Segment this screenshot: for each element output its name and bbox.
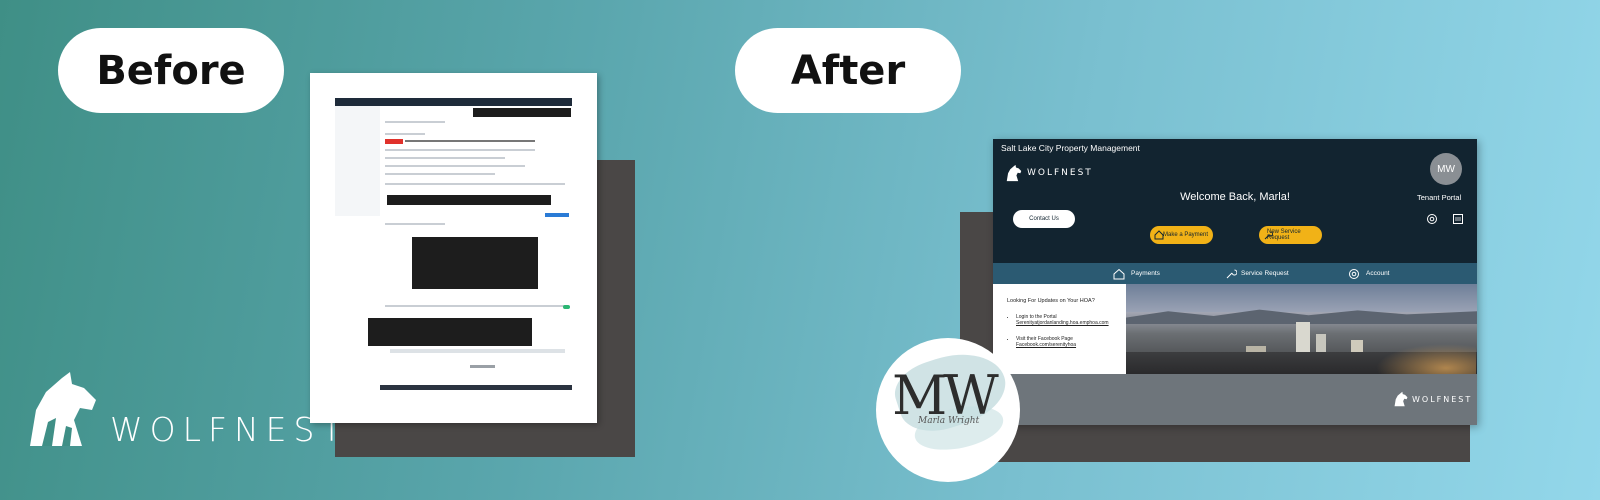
before-sidebar <box>335 106 380 216</box>
footer-logo-text: WOLFNEST <box>1412 394 1473 404</box>
city-skyline-image <box>1126 284 1477 374</box>
nav-label-account: Account <box>1366 270 1390 277</box>
tenant-portal-label: Tenant Portal <box>1417 193 1462 202</box>
make-payment-label: Make a Payment <box>1162 232 1209 238</box>
wrench-icon <box>1264 231 1273 240</box>
redacted-block <box>387 195 551 205</box>
nav-item-payments[interactable]: Payments <box>1113 263 1160 284</box>
company-name: Salt Lake City Property Management <box>1001 143 1140 153</box>
redacted-block <box>473 108 571 117</box>
avatar[interactable]: MW <box>1430 153 1462 185</box>
redacted-block <box>412 237 538 289</box>
house-icon <box>1113 268 1125 279</box>
portal-logo[interactable]: WOLFNEST <box>1005 163 1093 183</box>
nav-label-payments: Payments <box>1131 270 1160 277</box>
before-header-bar <box>335 98 572 106</box>
contact-us-button[interactable]: Contact Us <box>1013 210 1075 228</box>
portal-logo-text: WOLFNEST <box>1027 168 1093 178</box>
new-service-request-label: New Service Request <box>1267 229 1301 241</box>
document-icon[interactable] <box>1452 213 1464 225</box>
before-document <box>310 73 597 423</box>
list-item: Login to the Portal Serenityatjordanland… <box>1016 314 1136 326</box>
before-label: Before <box>58 28 284 113</box>
wrench-icon <box>1226 269 1237 278</box>
signature-text: Marla Wright <box>918 416 980 426</box>
portal-header: Salt Lake City Property Management WOLFN… <box>993 139 1477 263</box>
hoa-info-panel: Looking For Updates on Your HOA? Login t… <box>993 284 1126 374</box>
before-alert <box>385 139 403 144</box>
wolfnest-brand-logo: WOLFNEST <box>22 370 342 455</box>
tenant-portal-screen: Salt Lake City Property Management WOLFN… <box>993 139 1477 425</box>
after-label: After <box>735 28 961 113</box>
footer-logo: WOLFNEST <box>1393 391 1472 407</box>
wolf-head-icon <box>1394 391 1408 407</box>
before-footer <box>380 385 572 390</box>
nav-label-service-request: Service Request <box>1241 270 1289 277</box>
redacted-block <box>368 318 532 346</box>
gear-icon <box>1349 268 1359 279</box>
hoa-portal-link[interactable]: Serenityatjordanlanding.hoa.emphoa.com <box>1016 320 1136 326</box>
nav-item-service-request[interactable]: Service Request <box>1225 263 1289 284</box>
make-payment-button[interactable]: Make a Payment <box>1150 226 1213 244</box>
house-icon <box>1154 230 1164 240</box>
mw-badge-logo: MW Marla Wright <box>876 338 1020 482</box>
list-item: Visit their Facebook Page Facebook.com/s… <box>1016 336 1136 348</box>
new-service-request-button[interactable]: New Service Request <box>1259 226 1322 244</box>
welcome-message: Welcome Back, Marla! <box>1180 191 1290 203</box>
gear-icon[interactable] <box>1426 213 1438 225</box>
nav-item-account[interactable]: Account <box>1348 263 1390 284</box>
facebook-link[interactable]: Facebook.com/serenityhoa <box>1016 342 1136 348</box>
hoa-links-list: Login to the Portal Serenityatjordanland… <box>1007 314 1136 358</box>
hoa-question: Looking For Updates on Your HOA? <box>1007 298 1095 304</box>
portal-nav: Payments Service Request Account <box>993 263 1477 284</box>
wolf-head-icon <box>30 372 96 446</box>
wolf-head-icon <box>1006 164 1022 182</box>
